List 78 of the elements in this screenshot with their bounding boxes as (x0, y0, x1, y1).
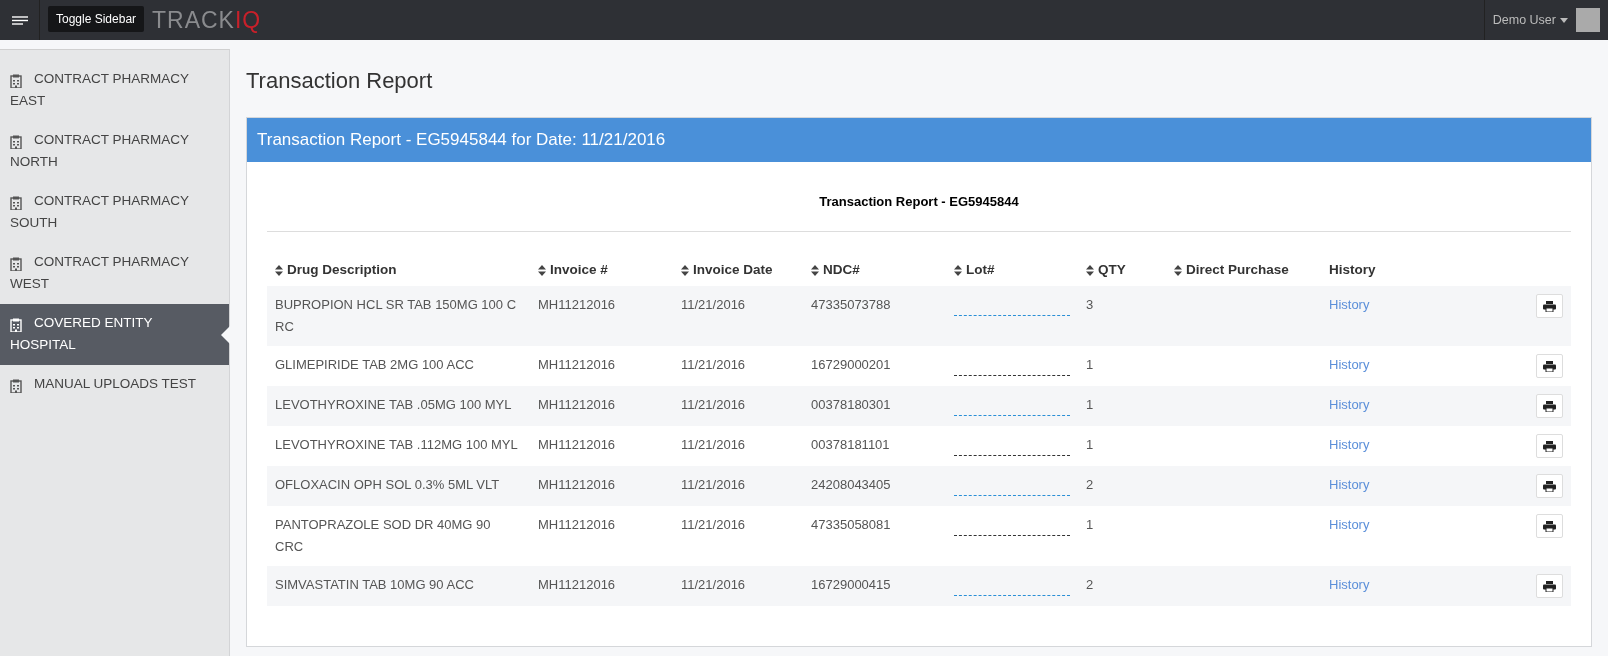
table-cell: 47335073788 (803, 286, 946, 347)
printer-icon (1543, 580, 1556, 592)
column-header[interactable]: Lot# (946, 254, 1078, 287)
table-cell: 1 (1078, 386, 1166, 427)
sidebar-item[interactable]: CONTRACT PHARMACY EAST (0, 60, 229, 121)
table-cell: OFLOXACIN OPH SOL 0.3% 5ML VLT (267, 466, 530, 507)
print-button[interactable] (1536, 294, 1563, 319)
column-header[interactable]: QTY (1078, 254, 1166, 287)
print-button[interactable] (1536, 434, 1563, 459)
table-cell: 00378181101 (803, 426, 946, 467)
table-cell: MH11212016 (530, 566, 673, 607)
avatar-placeholder (1576, 8, 1600, 32)
column-header[interactable]: Invoice Date (673, 254, 803, 287)
tooltip: Toggle Sidebar (48, 6, 145, 32)
print-button[interactable] (1536, 574, 1563, 599)
table-cell: 11/21/2016 (673, 346, 803, 387)
sidebar-item[interactable]: MANUAL UPLOADS TEST (0, 365, 229, 406)
table-cell: 16729000201 (803, 346, 946, 387)
table-cell: MH11212016 (530, 346, 673, 387)
printer-icon (1543, 300, 1556, 312)
logo: TRACKIQ (152, 5, 262, 35)
sort-icon[interactable] (538, 264, 546, 276)
table-cell: 24208043405 (803, 466, 946, 507)
column-header: History (1321, 254, 1471, 287)
table-cell: MH11212016 (530, 426, 673, 467)
table-cell: 11/21/2016 (673, 466, 803, 507)
table-cell: 2 (1078, 466, 1166, 507)
table-cell: LEVOTHYROXINE TAB .112MG 100 MYL (267, 426, 530, 467)
printer-icon (1543, 480, 1556, 492)
printer-icon (1543, 400, 1556, 412)
table-cell: MH11212016 (530, 286, 673, 347)
table-cell: 11/21/2016 (673, 286, 803, 347)
table-cell: 2 (1078, 566, 1166, 607)
print-button[interactable] (1536, 474, 1563, 499)
table-cell: MH11212016 (530, 506, 673, 567)
table-cell: 11/21/2016 (673, 386, 803, 427)
printer-icon (1543, 360, 1556, 372)
sidebar-item[interactable]: CONTRACT PHARMACY NORTH (0, 121, 229, 182)
printer-icon (1543, 520, 1556, 532)
report-heading: Transaction Report - EG5945844 (267, 161, 1571, 232)
caret-icon (1560, 17, 1568, 23)
column-header[interactable]: NDC# (803, 254, 946, 287)
table-cell: SIMVASTATIN TAB 10MG 90 ACC (267, 566, 530, 607)
sort-icon[interactable] (681, 264, 689, 276)
column-header[interactable]: Drug Description (267, 254, 530, 287)
table-cell: 3 (1078, 286, 1166, 347)
table-cell: LEVOTHYROXINE TAB .05MG 100 MYL (267, 386, 530, 427)
table-cell: 16729000415 (803, 566, 946, 607)
print-button[interactable] (1536, 514, 1563, 539)
table-cell: 00378180301 (803, 386, 946, 427)
column-header[interactable]: Direct Purchase (1166, 254, 1321, 287)
sidebar-item[interactable]: CONTRACT PHARMACY WEST (0, 243, 229, 304)
sort-icon[interactable] (811, 264, 819, 276)
table-cell: MH11212016 (530, 466, 673, 507)
panel-header: Transaction Report - EG5945844 for Date: 11/21/2016 (247, 118, 1591, 162)
table-cell: 1 (1078, 426, 1166, 467)
sort-icon[interactable] (1174, 264, 1182, 276)
table-cell: 11/21/2016 (673, 566, 803, 607)
table-cell: PANTOPRAZOLE SOD DR 40MG 90 CRC (267, 506, 530, 567)
table-cell: 1 (1078, 506, 1166, 567)
menu-icon (11, 15, 28, 25)
sidebar-item[interactable]: CONTRACT PHARMACY SOUTH (0, 182, 229, 243)
sort-icon[interactable] (1086, 264, 1094, 276)
printer-icon (1543, 440, 1556, 452)
print-button[interactable] (1536, 394, 1563, 419)
page-title: Transaction Report (246, 67, 434, 95)
table-cell: 47335058081 (803, 506, 946, 567)
sort-icon[interactable] (275, 264, 283, 276)
table-cell: 11/21/2016 (673, 506, 803, 567)
column-header[interactable]: Invoice # (530, 254, 673, 287)
table-cell: MH11212016 (530, 386, 673, 427)
sidebar-item[interactable]: COVERED ENTITY HOSPITAL (0, 304, 229, 365)
sort-icon[interactable] (954, 264, 962, 276)
table-cell: BUPROPION HCL SR TAB 150MG 100 C RC (267, 286, 530, 347)
table-cell: 11/21/2016 (673, 426, 803, 467)
table-cell: 1 (1078, 346, 1166, 387)
table-cell: GLIMEPIRIDE TAB 2MG 100 ACC (267, 346, 530, 387)
print-button[interactable] (1536, 354, 1563, 379)
